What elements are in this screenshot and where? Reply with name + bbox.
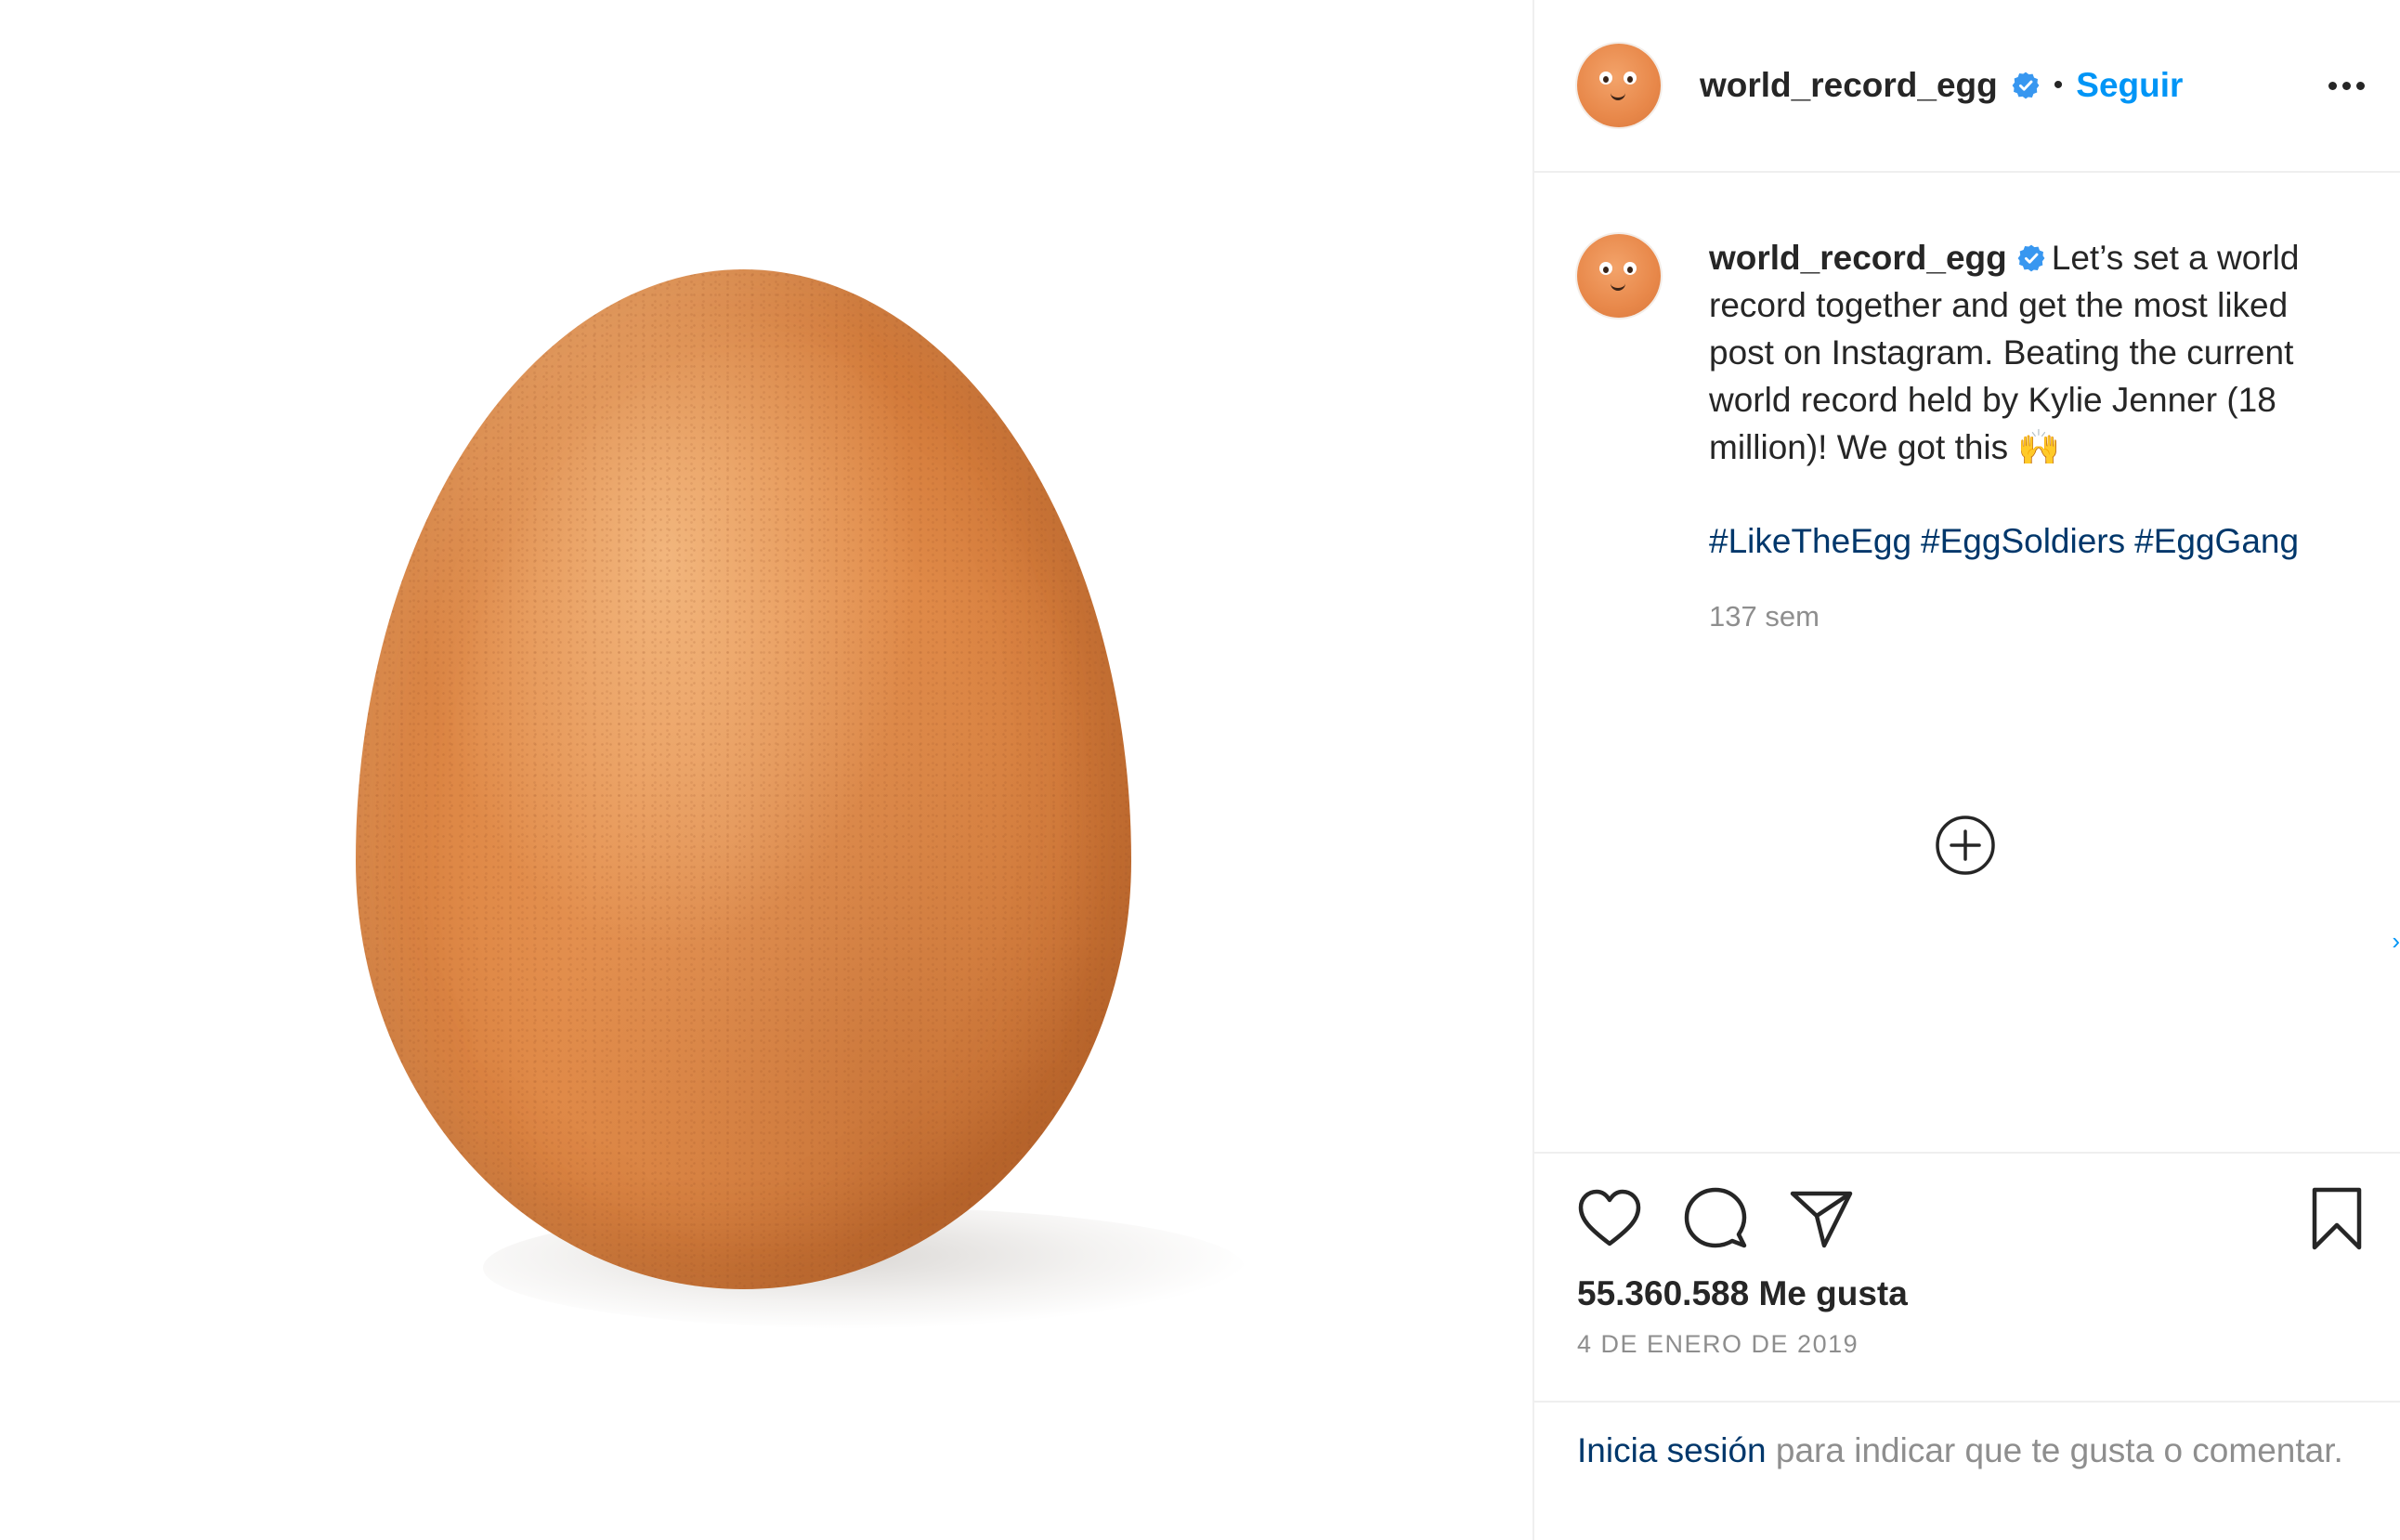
hashtag-link[interactable]: #LikeTheEgg: [1709, 522, 1911, 560]
post-sidebar: world_record_egg • Seguir world_record_e…: [1533, 0, 2400, 1540]
header-separator: •: [2053, 70, 2064, 100]
verified-badge-icon: [2017, 244, 2045, 272]
caption-avatar[interactable]: [1577, 234, 1661, 318]
caption-username[interactable]: world_record_egg: [1709, 239, 2007, 277]
avatar[interactable]: [1577, 44, 1661, 127]
paper-plane-icon[interactable]: [1789, 1188, 1854, 1249]
actions-section: 55.360.588 Me gusta 4 DE ENERO DE 2019: [1534, 1152, 2400, 1401]
plus-circle-icon[interactable]: [1934, 814, 1997, 877]
caption-time-ago[interactable]: 137 sem: [1709, 593, 2359, 640]
login-prompt-text: para indicar que te gusta o comentar.: [1766, 1431, 2343, 1469]
more-options-icon[interactable]: [2328, 81, 2365, 90]
header-username[interactable]: world_record_egg: [1700, 66, 1998, 105]
caption: world_record_egg Let’s set a world recor…: [1577, 234, 2365, 640]
comments-area: world_record_egg Let’s set a world recor…: [1534, 173, 2400, 1152]
login-prompt: Inicia sesión para indicar que te gusta …: [1534, 1401, 2400, 1540]
egg-photo: [356, 269, 1131, 1289]
verified-badge-icon: [2012, 72, 2040, 99]
post-image[interactable]: [0, 0, 1533, 1540]
login-link[interactable]: Inicia sesión: [1577, 1431, 1767, 1469]
likes-count[interactable]: 55.360.588 Me gusta: [1577, 1274, 2365, 1313]
comment-bubble-icon[interactable]: [1683, 1186, 1748, 1251]
heart-icon[interactable]: [1577, 1188, 1642, 1249]
hashtag-link[interactable]: #EggSoldiers: [1921, 522, 2125, 560]
post-date[interactable]: 4 DE ENERO DE 2019: [1577, 1330, 2365, 1359]
action-bar: [1577, 1181, 2365, 1256]
next-arrow-icon[interactable]: ›: [2392, 927, 2400, 956]
caption-body: world_record_egg Let’s set a world recor…: [1709, 234, 2359, 640]
follow-button[interactable]: Seguir: [2076, 66, 2183, 105]
hashtags: #LikeTheEgg #EggSoldiers #EggGang: [1709, 517, 2359, 565]
post-header: world_record_egg • Seguir: [1534, 0, 2400, 173]
hashtag-link[interactable]: #EggGang: [2134, 522, 2299, 560]
instagram-post: world_record_egg • Seguir world_record_e…: [0, 0, 2400, 1540]
bookmark-icon[interactable]: [2309, 1186, 2365, 1251]
